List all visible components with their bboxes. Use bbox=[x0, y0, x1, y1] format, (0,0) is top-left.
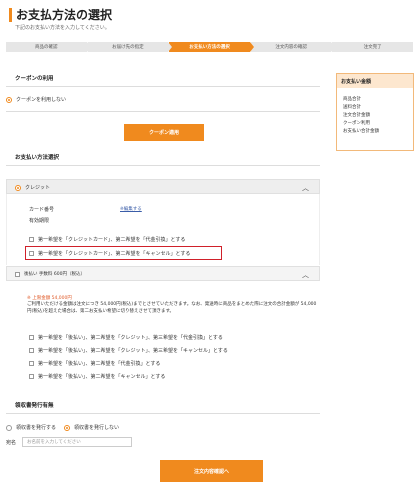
page-subtitle: 下記のお支払い方法を入力してください。 bbox=[15, 25, 110, 31]
step-item: 注文完了 bbox=[332, 42, 413, 52]
coupon-apply-button[interactable]: クーポン適用 bbox=[124, 124, 204, 141]
summary-title: お支払い金額 bbox=[337, 74, 413, 88]
coupon-no-use-radio[interactable] bbox=[6, 96, 12, 103]
receipt-no-issue-label[interactable]: 領収書を発行しない bbox=[74, 424, 119, 431]
deferred-limit-notice: ※ 上限金額 54,000円 bbox=[27, 296, 72, 301]
step-item-current: お支払い方法の選択 bbox=[169, 42, 254, 52]
deferred-checkbox[interactable] bbox=[15, 271, 20, 277]
title-accent-bar bbox=[9, 7, 12, 22]
confirm-order-button[interactable]: 注文内容確認へ bbox=[160, 460, 263, 482]
summary-item: 送料合計 bbox=[343, 105, 361, 110]
chevron-up-icon[interactable]: ︿ bbox=[302, 183, 309, 193]
receipt-no-issue-radio[interactable] bbox=[64, 424, 71, 431]
expiry-label: 有効期限 bbox=[29, 218, 50, 224]
payment-summary-box: お支払い金額 商品合計 送料合計 注文合計金額 クーポン利用 お支払い合計金額 bbox=[336, 73, 414, 151]
deferred-notice-text: ご利用いただける金額は注文につき 54,000円(税込)までとさせていただきます… bbox=[27, 302, 317, 314]
deferred-option-checkbox[interactable] bbox=[29, 348, 34, 353]
deferred-payment-header[interactable]: 後払い 手数料 600円（税込） ︿ bbox=[6, 266, 320, 281]
receipt-issue-radio[interactable] bbox=[6, 424, 12, 431]
step-item: お届け先の指定 bbox=[87, 42, 172, 52]
summary-item: 商品合計 bbox=[343, 97, 361, 102]
checkout-steps: 商品の確認 お届け先の指定 お支払い方法の選択 注文内容の確認 注文完了 bbox=[6, 42, 414, 52]
receipt-issue-label[interactable]: 領収書を発行する bbox=[16, 424, 56, 431]
receipt-options: 領収書を発行する 領収書を発行しない bbox=[6, 424, 119, 431]
receipt-section-title: 領収書発行有無 bbox=[15, 403, 54, 409]
chevron-up-icon[interactable]: ︿ bbox=[302, 270, 309, 280]
deferred-option-4[interactable]: 第一希望を「後払い」、第二希望を「キャンセル」とする bbox=[29, 373, 165, 380]
summary-item: クーポン利用 bbox=[343, 121, 370, 126]
deferred-option-2[interactable]: 第一希望を「後払い」、第二希望を「クレジット」、第三希望を「キャンセル」とする bbox=[29, 347, 228, 354]
summary-item: 注文合計金額 bbox=[343, 113, 370, 118]
recipient-name-label: 宛名 bbox=[6, 440, 17, 446]
divider bbox=[6, 413, 320, 414]
highlight-box bbox=[25, 246, 222, 260]
divider bbox=[6, 165, 320, 166]
credit-option-1[interactable]: 第一希望を「クレジットカード」、第二希望を「代金引換」とする bbox=[29, 236, 185, 243]
deferred-option-label: 第一希望を「後払い」、第二希望を「キャンセル」とする bbox=[38, 374, 166, 380]
summary-item: お支払い合計金額 bbox=[343, 129, 379, 134]
page-title-text: お支払方法の選択 bbox=[16, 8, 113, 22]
divider bbox=[6, 111, 320, 112]
credit-label: クレジット bbox=[25, 185, 51, 191]
card-number-edit-link-row: ※編集する bbox=[120, 206, 142, 212]
deferred-label: 後払い 手数料 600円（税込） bbox=[24, 272, 85, 277]
credit-radio[interactable] bbox=[15, 184, 21, 191]
credit-option-checkbox[interactable] bbox=[29, 237, 34, 242]
recipient-name-row: 宛名 bbox=[6, 439, 16, 446]
divider bbox=[6, 86, 320, 87]
deferred-option-label: 第一希望を「後払い」、第二希望を「代金引換」とする bbox=[38, 361, 161, 367]
step-item: 注文内容の確認 bbox=[250, 42, 335, 52]
coupon-no-use-option[interactable]: クーポンを利用しない bbox=[6, 96, 66, 103]
deferred-option-1[interactable]: 第一希望を「後払い」、第二希望を「クレジット」、第三希望を「代金引換」とする bbox=[29, 334, 223, 341]
credit-payment-header[interactable]: クレジット ︿ bbox=[6, 179, 320, 194]
card-number-label: カード番号 bbox=[29, 207, 55, 213]
card-number-row: カード番号 bbox=[29, 206, 54, 213]
payment-section-title: お支払い方法選択 bbox=[15, 155, 60, 161]
step-item: 商品の確認 bbox=[6, 42, 91, 52]
deferred-option-3[interactable]: 第一希望を「後払い」、第二希望を「代金引換」とする bbox=[29, 360, 160, 367]
credit-option-label: 第一希望を「クレジットカード」、第二希望を「代金引換」とする bbox=[38, 237, 186, 243]
coupon-section-title: クーポンの利用 bbox=[15, 76, 54, 82]
deferred-option-checkbox[interactable] bbox=[29, 335, 34, 340]
coupon-no-use-label: クーポンを利用しない bbox=[16, 97, 67, 103]
deferred-option-checkbox[interactable] bbox=[29, 361, 34, 366]
card-edit-link[interactable]: ※編集する bbox=[120, 206, 142, 212]
deferred-option-label: 第一希望を「後払い」、第二希望を「クレジット」、第三希望を「キャンセル」とする bbox=[38, 348, 228, 354]
expiry-row: 有効期限 bbox=[29, 217, 49, 224]
deferred-option-checkbox[interactable] bbox=[29, 374, 34, 379]
recipient-name-input[interactable]: お名前を入力してください bbox=[22, 437, 132, 447]
page-title: お支払方法の選択 bbox=[9, 6, 112, 23]
deferred-option-label: 第一希望を「後払い」、第二希望を「クレジット」、第三希望を「代金引換」とする bbox=[38, 335, 223, 341]
